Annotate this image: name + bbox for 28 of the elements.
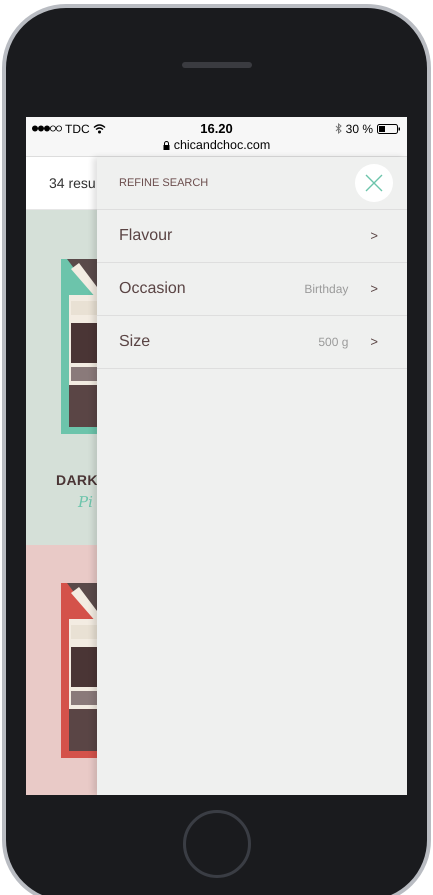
filter-row[interactable]: Flavour >: [97, 210, 407, 263]
filter-row[interactable]: Occasion Birthday >: [97, 263, 407, 316]
bluetooth-icon: [334, 123, 342, 134]
battery-icon: [377, 124, 402, 134]
panel-title: REFINE SEARCH: [119, 176, 208, 191]
chevron: >: [370, 333, 378, 352]
signal-icon: [32, 125, 62, 132]
wifi-icon: [92, 124, 106, 134]
product-subtitle: Pi: [76, 492, 94, 513]
close-icon: [365, 174, 383, 192]
battery-percentage: 30 %: [346, 120, 374, 138]
close-button[interactable]: [355, 164, 393, 202]
filter-label: Occasion: [119, 279, 187, 299]
results-count: 34 resu: [49, 174, 96, 192]
chevron: >: [370, 280, 378, 298]
speaker-slot: [182, 62, 252, 68]
carrier-name: TDC: [65, 120, 90, 138]
url-text[interactable]: chicandchoc.com: [174, 136, 270, 155]
home-button[interactable]: [182, 810, 250, 878]
product-card[interactable]: [26, 545, 97, 795]
filter-label: Size: [119, 332, 152, 352]
filter-row[interactable]: Size 500 g >: [97, 316, 407, 369]
lock-icon: [162, 141, 170, 150]
filter-value: 500 g: [318, 334, 348, 351]
clock-time: 16.20: [200, 120, 233, 138]
filter-label: Flavour: [119, 226, 174, 246]
filter-value: Birthday: [304, 281, 348, 298]
chevron: >: [370, 227, 378, 246]
